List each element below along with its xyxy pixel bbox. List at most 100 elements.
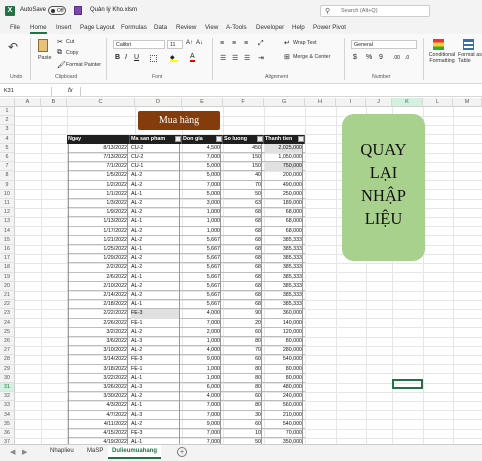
row-header-14[interactable]: 14 bbox=[0, 226, 15, 236]
select-all-corner[interactable] bbox=[0, 98, 15, 107]
currency-icon[interactable]: $ bbox=[353, 54, 357, 61]
table-header-cell[interactable]: So luong bbox=[223, 134, 264, 144]
column-header-m[interactable]: M bbox=[453, 98, 482, 107]
table-cell[interactable]: 90 bbox=[224, 309, 262, 319]
table-cell[interactable]: 5,667 bbox=[183, 272, 221, 282]
table-cell[interactable]: 3/30/2022 bbox=[68, 392, 128, 402]
table-cell[interactable]: 250,000 bbox=[265, 189, 303, 199]
column-header-j[interactable]: J bbox=[366, 98, 392, 107]
table-cell[interactable]: AL-2 bbox=[131, 235, 180, 245]
table-cell[interactable]: AL-2 bbox=[131, 291, 180, 301]
table-cell[interactable]: 1/9/2022 bbox=[68, 208, 128, 218]
table-cell[interactable]: 480,000 bbox=[265, 383, 303, 393]
menu-home[interactable]: Home bbox=[30, 24, 47, 34]
table-cell[interactable]: 1,000 bbox=[183, 217, 221, 227]
row-header-25[interactable]: 25 bbox=[0, 327, 15, 337]
align-top-icon[interactable]: ≡ bbox=[220, 40, 224, 47]
row-header-6[interactable]: 6 bbox=[0, 153, 15, 163]
table-cell[interactable]: 7,000 bbox=[183, 401, 221, 411]
table-cell[interactable]: 385,333 bbox=[265, 281, 303, 291]
percent-icon[interactable]: % bbox=[366, 54, 372, 61]
table-cell[interactable]: 2/18/2022 bbox=[68, 300, 128, 310]
table-cell[interactable]: 3/22/2022 bbox=[68, 373, 128, 383]
table-cell[interactable]: 385,333 bbox=[265, 291, 303, 301]
table-cell[interactable]: 2/10/2022 bbox=[68, 281, 128, 291]
table-cell[interactable]: 5,667 bbox=[183, 254, 221, 264]
row-header-2[interactable]: 2 bbox=[0, 116, 15, 126]
row-header-3[interactable]: 3 bbox=[0, 125, 15, 135]
row-header-21[interactable]: 21 bbox=[0, 291, 15, 301]
table-cell[interactable]: 4/3/2022 bbox=[68, 401, 128, 411]
borders-icon[interactable] bbox=[150, 55, 157, 62]
row-header-32[interactable]: 32 bbox=[0, 392, 15, 402]
merge-center-button[interactable]: Merge & Center bbox=[293, 54, 330, 60]
search-box[interactable]: ⚲ Search (Alt+Q) bbox=[320, 5, 430, 17]
format-painter-icon[interactable]: 🖌 bbox=[57, 61, 66, 69]
table-cell[interactable]: 3,000 bbox=[183, 199, 221, 209]
underline-icon[interactable]: U bbox=[134, 54, 139, 61]
copy-button[interactable]: Copy bbox=[66, 50, 78, 56]
cut-button[interactable]: Cut bbox=[66, 39, 74, 45]
table-cell[interactable]: 1/3/2022 bbox=[68, 199, 128, 209]
table-cell[interactable]: 385,333 bbox=[265, 245, 303, 255]
conditional-formatting-button[interactable]: Conditional Formatting bbox=[427, 52, 457, 64]
prev-sheet-icon[interactable]: ◀ bbox=[10, 448, 15, 456]
row-header-1[interactable]: 1 bbox=[0, 107, 15, 117]
table-cell[interactable]: 7/1/2022 bbox=[68, 162, 128, 172]
font-color-icon[interactable]: A bbox=[190, 53, 195, 62]
table-cell[interactable]: AL-2 bbox=[131, 419, 180, 429]
table-header-cell[interactable]: Don gia bbox=[182, 134, 223, 144]
table-cell[interactable]: 70 bbox=[224, 180, 262, 190]
table-cell[interactable]: 68 bbox=[224, 291, 262, 301]
column-header-g[interactable]: G bbox=[264, 98, 305, 107]
table-cell[interactable]: 60 bbox=[224, 327, 262, 337]
table-cell[interactable]: 5,667 bbox=[183, 300, 221, 310]
table-cell[interactable]: 4/7/2022 bbox=[68, 410, 128, 420]
format-painter-button[interactable]: Format Painter bbox=[66, 62, 101, 68]
row-header-16[interactable]: 16 bbox=[0, 245, 15, 255]
column-header-k[interactable]: K bbox=[392, 98, 423, 107]
menu-a-tools[interactable]: A-Tools bbox=[226, 24, 247, 31]
table-cell[interactable]: 68 bbox=[224, 263, 262, 273]
table-cell[interactable]: 80 bbox=[224, 401, 262, 411]
filter-dropdown-icon[interactable] bbox=[298, 135, 304, 142]
row-header-27[interactable]: 27 bbox=[0, 346, 15, 356]
table-cell[interactable]: 1/2/2022 bbox=[68, 180, 128, 190]
table-cell[interactable]: 68 bbox=[224, 272, 262, 282]
grow-font-icon[interactable]: A↑ bbox=[186, 40, 193, 46]
table-cell[interactable]: 4,000 bbox=[183, 346, 221, 356]
row-header-9[interactable]: 9 bbox=[0, 180, 15, 190]
row-header-29[interactable]: 29 bbox=[0, 364, 15, 374]
table-cell[interactable]: 1,000 bbox=[183, 226, 221, 236]
table-cell[interactable]: 2/26/2022 bbox=[68, 318, 128, 328]
cut-icon[interactable]: ✂ bbox=[57, 38, 63, 46]
table-cell[interactable]: 9,000 bbox=[183, 419, 221, 429]
table-cell[interactable]: 560,000 bbox=[265, 401, 303, 411]
table-cell[interactable]: 140,000 bbox=[265, 318, 303, 328]
column-header-h[interactable]: H bbox=[305, 98, 336, 107]
conditional-formatting-icon[interactable] bbox=[433, 39, 444, 50]
table-cell[interactable]: 2/14/2022 bbox=[68, 291, 128, 301]
table-cell[interactable]: 68,000 bbox=[265, 208, 303, 218]
paste-button[interactable]: Paste bbox=[38, 55, 52, 61]
table-cell[interactable]: 5,000 bbox=[183, 171, 221, 181]
table-cell[interactable]: 540,000 bbox=[265, 419, 303, 429]
row-header-24[interactable]: 24 bbox=[0, 318, 15, 328]
excel-logo-icon[interactable]: X bbox=[5, 6, 15, 16]
table-cell[interactable]: 80 bbox=[224, 364, 262, 374]
table-cell[interactable]: 7,000 bbox=[183, 410, 221, 420]
row-header-34[interactable]: 34 bbox=[0, 410, 15, 420]
filter-dropdown-icon[interactable] bbox=[216, 135, 222, 142]
copy-icon[interactable]: ⧉ bbox=[57, 49, 62, 57]
bold-icon[interactable]: B bbox=[115, 54, 120, 61]
row-header-31[interactable]: 31 bbox=[0, 383, 15, 393]
table-cell[interactable]: 2/22/2022 bbox=[68, 309, 128, 319]
row-header-23[interactable]: 23 bbox=[0, 309, 15, 319]
table-cell[interactable]: FE-3 bbox=[131, 309, 180, 319]
table-cell[interactable]: 68,000 bbox=[265, 217, 303, 227]
row-header-5[interactable]: 5 bbox=[0, 143, 15, 153]
column-header-i[interactable]: I bbox=[336, 98, 366, 107]
table-cell[interactable]: 450 bbox=[224, 143, 262, 153]
table-cell[interactable]: 1,050,000 bbox=[265, 153, 303, 163]
row-header-35[interactable]: 35 bbox=[0, 419, 15, 429]
